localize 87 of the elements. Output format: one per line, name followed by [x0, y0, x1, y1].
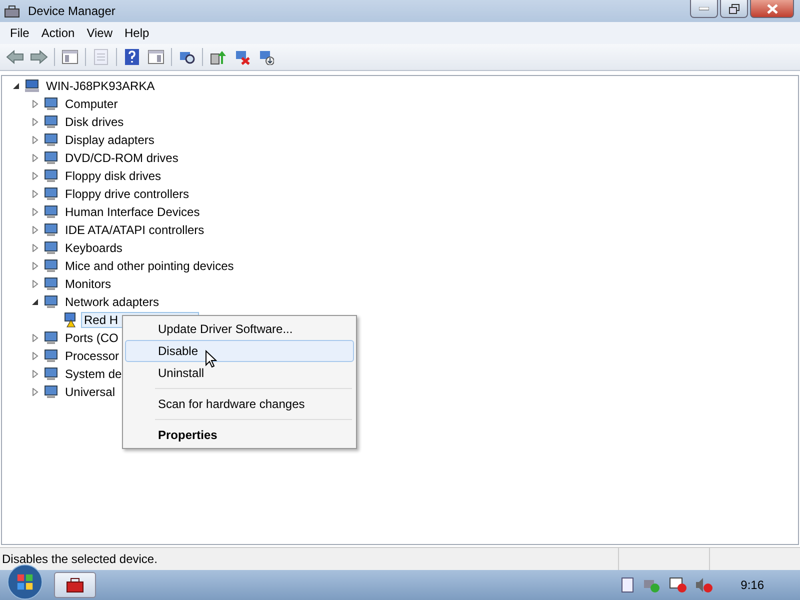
menu-item[interactable]: Properties [125, 424, 354, 446]
menu-item[interactable]: Update Driver Software... [125, 318, 354, 340]
expand-icon[interactable] [31, 100, 39, 108]
cursor-icon [205, 350, 217, 368]
expand-icon[interactable] [31, 244, 39, 252]
tree-item[interactable]: Mice and other pointing devices [62, 258, 237, 274]
expand-icon[interactable] [31, 208, 39, 216]
expand-icon[interactable] [31, 226, 39, 234]
device-icon [43, 114, 59, 130]
taskbar-button[interactable] [54, 572, 96, 598]
disable-icon [234, 49, 250, 65]
help-icon [125, 49, 139, 65]
restore-icon [728, 4, 740, 14]
close-button[interactable] [750, 0, 794, 18]
close-icon [766, 4, 778, 14]
tree-item[interactable]: DVD/CD-ROM drives [62, 150, 182, 166]
expand-icon[interactable] [31, 262, 39, 270]
collapse-icon[interactable] [31, 298, 39, 306]
expand-icon[interactable] [31, 154, 39, 162]
device-icon [43, 384, 59, 400]
device-icon [43, 204, 59, 220]
restore-button[interactable] [720, 0, 748, 18]
expand-icon[interactable] [31, 136, 39, 144]
tree-item[interactable]: WIN-J68PK93ARKA [43, 78, 158, 94]
expand-icon[interactable] [31, 388, 39, 396]
update-icon [210, 49, 226, 65]
device-icon [43, 222, 59, 238]
menu-item[interactable]: Help [118, 26, 156, 40]
status-text: Disables the selected device. [1, 552, 158, 566]
tree-item[interactable]: Keyboards [62, 240, 126, 256]
expand-icon[interactable] [31, 172, 39, 180]
expand-icon[interactable] [31, 352, 39, 360]
tree-item[interactable]: System de [62, 366, 125, 382]
tree-item[interactable]: Disk drives [62, 114, 127, 130]
device-icon [43, 366, 59, 382]
tree-item[interactable]: Monitors [62, 276, 114, 292]
expand-icon[interactable] [31, 118, 39, 126]
clock[interactable]: 9:16 [740, 578, 764, 592]
menu-item[interactable]: Scan for hardware changes [125, 393, 354, 415]
minimize-button[interactable] [690, 0, 718, 18]
expand-icon[interactable] [31, 334, 39, 342]
volume-muted-icon[interactable] [694, 577, 713, 593]
tree-item[interactable]: Computer [62, 96, 121, 112]
device-icon [43, 330, 59, 346]
toolbox-icon [4, 3, 20, 19]
start-button[interactable] [6, 563, 44, 600]
computer-icon [24, 78, 40, 94]
menu-item[interactable]: View [80, 26, 118, 40]
device-icon [43, 294, 59, 310]
expand-icon[interactable] [31, 190, 39, 198]
tree-item[interactable]: Processor [62, 348, 122, 364]
tree-item[interactable]: Universal [62, 384, 118, 400]
device-icon [43, 150, 59, 166]
tree-item[interactable]: Network adapters [62, 294, 162, 310]
menu-item[interactable]: Disable [125, 340, 354, 362]
forward-icon [30, 50, 48, 64]
device-icon [43, 96, 59, 112]
pane-icon [148, 50, 164, 64]
properties-icon [94, 49, 108, 65]
device-icon [43, 276, 59, 292]
tree-item[interactable]: IDE ATA/ATAPI controllers [62, 222, 208, 238]
collapse-icon[interactable] [12, 82, 20, 90]
document-icon[interactable] [620, 577, 635, 593]
tree-item[interactable]: Ports (CO [62, 330, 122, 346]
window-title: Device Manager [28, 4, 116, 18]
tree-item[interactable]: Floppy drive controllers [62, 186, 192, 202]
expand-icon[interactable] [31, 280, 39, 288]
minimize-icon [699, 6, 709, 10]
scan-icon [179, 49, 195, 65]
tree-item[interactable]: Human Interface Devices [62, 204, 203, 220]
device-icon [43, 258, 59, 274]
menu-item[interactable]: File [4, 26, 36, 40]
tree-item[interactable]: Display adapters [62, 132, 158, 148]
device-icon [43, 186, 59, 202]
device-icon [43, 168, 59, 184]
device-icon [43, 348, 59, 364]
menu-item[interactable]: Uninstall [125, 362, 354, 384]
toolbox-icon [66, 577, 84, 593]
network-icon[interactable] [668, 577, 687, 593]
tree-item[interactable]: Floppy disk drives [62, 168, 164, 184]
device-icon [43, 240, 59, 256]
back-icon [6, 50, 24, 64]
uninstall-icon [258, 49, 274, 65]
expand-icon[interactable] [31, 370, 39, 378]
pane-icon [62, 50, 78, 64]
menu-item[interactable]: Action [35, 26, 81, 40]
device-icon [43, 132, 59, 148]
